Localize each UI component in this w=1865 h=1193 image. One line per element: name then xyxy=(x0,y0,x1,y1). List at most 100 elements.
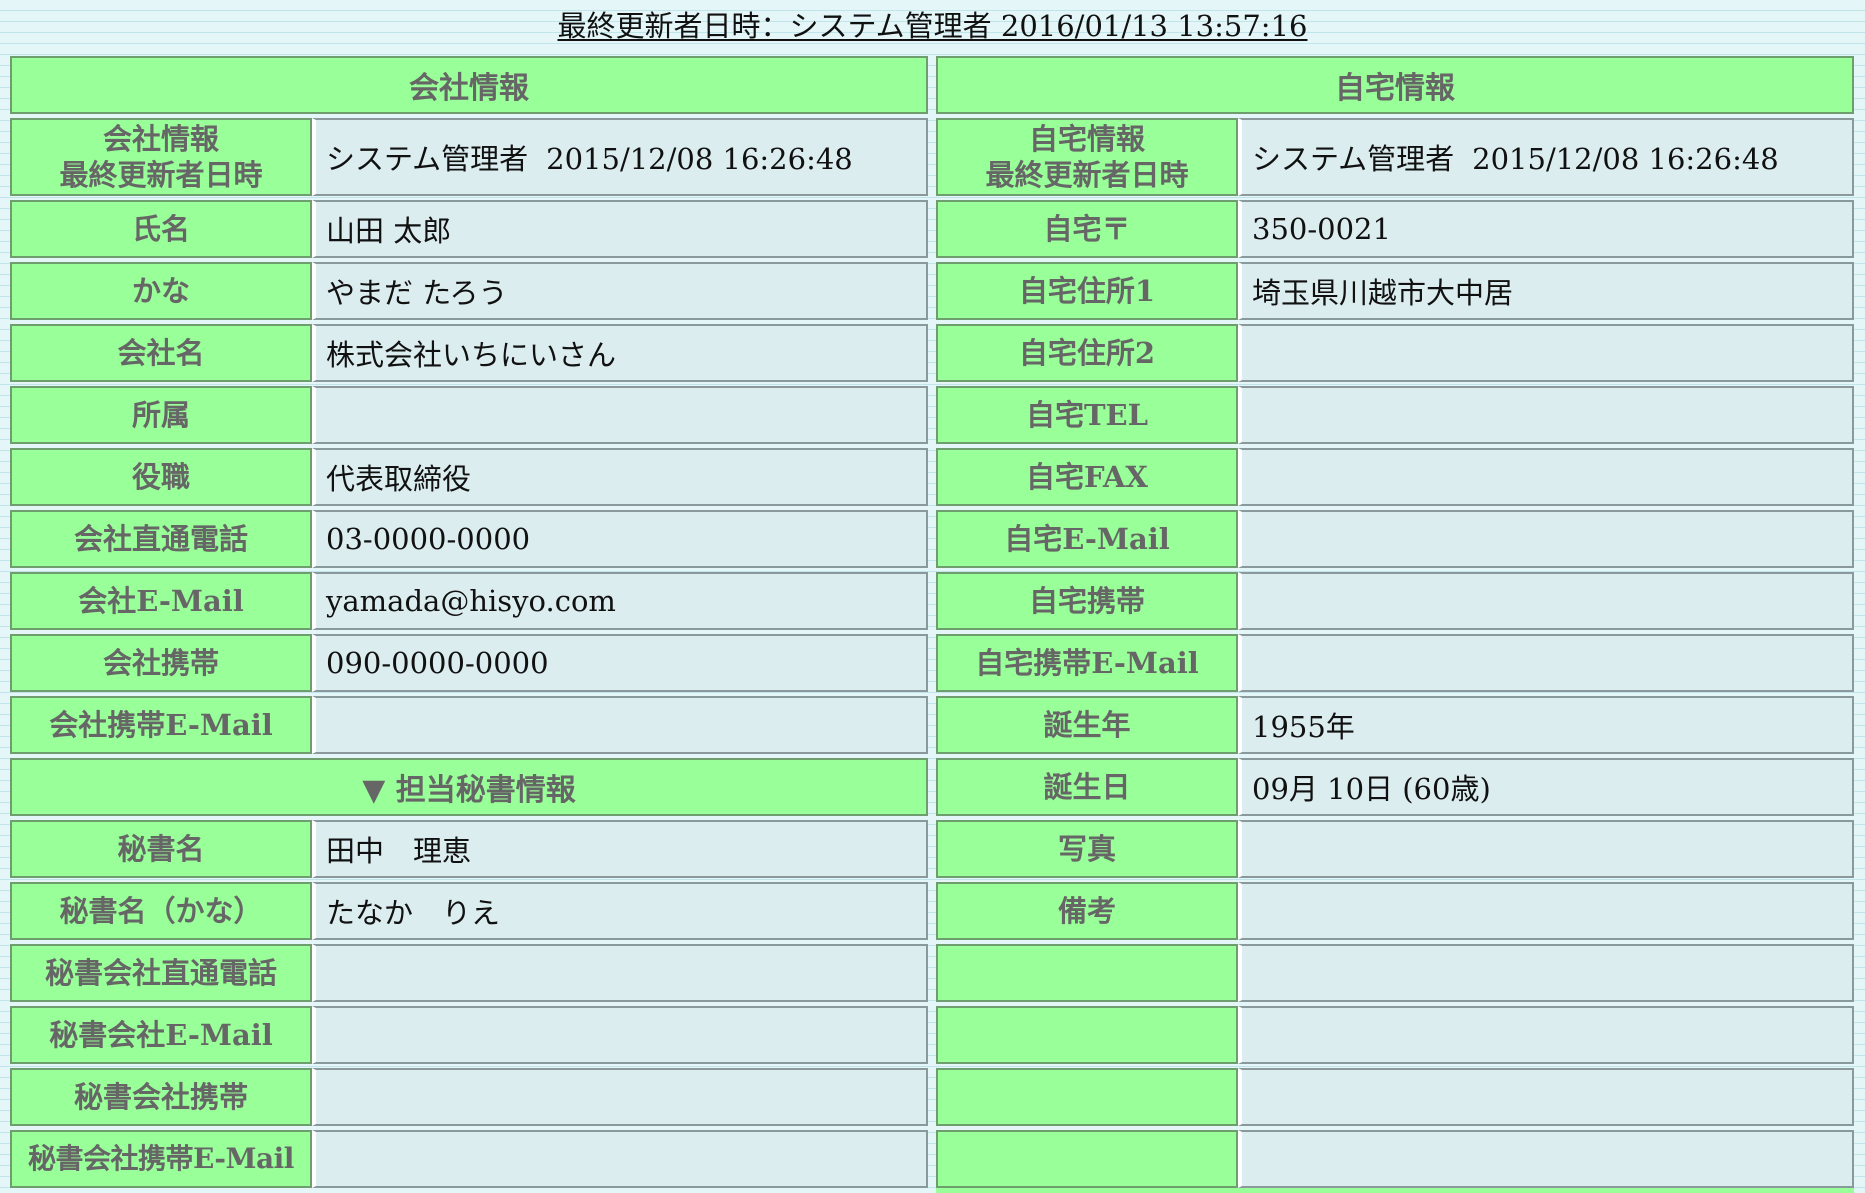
company-phone-label: 会社直通電話 xyxy=(10,510,312,568)
home-address1-value: 埼玉県川越市大中居 xyxy=(1238,262,1854,320)
table-row xyxy=(936,1130,1854,1188)
photo-label: 写真 xyxy=(936,820,1238,878)
company-updated-by: システム管理者 xyxy=(326,142,529,176)
secretary-mobile-email-value xyxy=(312,1130,928,1188)
table-row: 会社携帯E-Mail xyxy=(10,696,928,754)
company-updated-label-line1: 会社情報 xyxy=(102,122,219,156)
contact-detail-page: 最終更新者日時：システム管理者 2016/01/13 13:57:16 会社情報… xyxy=(0,0,1865,1193)
secretary-name-value: 田中 理恵 xyxy=(312,820,928,878)
blank-label xyxy=(936,1068,1238,1126)
secretary-phone-label: 秘書会社直通電話 xyxy=(10,944,312,1002)
company-mobile-value: 090-0000-0000 xyxy=(312,634,928,692)
table-row: 秘書会社E-Mail xyxy=(10,1006,928,1064)
table-row: 秘書名（かな） たなか りえ xyxy=(10,882,928,940)
company-mobile-email-value xyxy=(312,696,928,754)
table-row: 会社携帯 090-0000-0000 xyxy=(10,634,928,692)
department-value xyxy=(312,386,928,444)
table-row: 自宅携帯E-Mail xyxy=(936,634,1854,692)
home-postal-label: 自宅〒 xyxy=(936,200,1238,258)
secretary-mobile-email-label: 秘書会社携帯E-Mail xyxy=(10,1130,312,1188)
home-mobile-email-value xyxy=(1238,634,1854,692)
last-updated-text: 最終更新者日時：システム管理者 2016/01/13 13:57:16 xyxy=(557,8,1308,43)
table-row xyxy=(936,944,1854,1002)
secretary-kana-value: たなか りえ xyxy=(312,882,928,940)
table-row: 秘書会社携帯 xyxy=(10,1068,928,1126)
birth-year-label: 誕生年 xyxy=(936,696,1238,754)
table-row: 誕生日 09月 10日 (60歳) xyxy=(936,758,1854,816)
secretary-kana-label: 秘書名（かな） xyxy=(10,882,312,940)
birth-year-value: 1955年 xyxy=(1238,696,1854,754)
blank-label xyxy=(936,1006,1238,1064)
secretary-name-label: 秘書名 xyxy=(10,820,312,878)
home-updated-label: 自宅情報 最終更新者日時 xyxy=(936,118,1238,196)
company-updated-value: システム管理者 2015/12/08 16:26:48 xyxy=(312,118,928,196)
secretary-email-value xyxy=(312,1006,928,1064)
company-name-value: 株式会社いちにいさん xyxy=(312,324,928,382)
table-row: 会社直通電話 03-0000-0000 xyxy=(10,510,928,568)
home-info-table: 自宅情報 自宅情報 最終更新者日時 システム管理者 2015/12/08 16:26… xyxy=(936,52,1854,1192)
blank-value xyxy=(1238,1130,1854,1188)
home-updated-at: 2015/12/08 16:26:48 xyxy=(1472,142,1779,176)
secretary-email-label: 秘書会社E-Mail xyxy=(10,1006,312,1064)
home-fax-label: 自宅FAX xyxy=(936,448,1238,506)
home-mobile-label: 自宅携帯 xyxy=(936,572,1238,630)
secretary-phone-value xyxy=(312,944,928,1002)
company-name-label: 会社名 xyxy=(10,324,312,382)
home-address1-label: 自宅住所1 xyxy=(936,262,1238,320)
table-row: 自宅TEL xyxy=(936,386,1854,444)
table-row: 秘書名 田中 理恵 xyxy=(10,820,928,878)
company-info-table: 会社情報 会社情報 最終更新者日時 システム管理者 2015/12/08 16:26… xyxy=(10,52,928,1192)
table-row: 会社E-Mail yamada@hisyo.com xyxy=(10,572,928,630)
table-row: 会社名 株式会社いちにいさん xyxy=(10,324,928,382)
home-updated-label-line2: 最終更新者日時 xyxy=(985,158,1189,192)
table-row: 備考 xyxy=(936,882,1854,940)
company-mobile-email-label: 会社携帯E-Mail xyxy=(10,696,312,754)
table-row: 役職 代表取締役 xyxy=(10,448,928,506)
home-mobile-value xyxy=(1238,572,1854,630)
home-section-header: 自宅情報 xyxy=(936,56,1854,114)
home-updated-value: システム管理者 2015/12/08 16:26:48 xyxy=(1238,118,1854,196)
table-row: 秘書会社直通電話 xyxy=(10,944,928,1002)
company-updated-label-line2: 最終更新者日時 xyxy=(59,158,263,192)
company-email-label: 会社E-Mail xyxy=(10,572,312,630)
name-value: 山田 太郎 xyxy=(312,200,928,258)
table-row: 誕生年 1955年 xyxy=(936,696,1854,754)
home-email-value xyxy=(1238,510,1854,568)
notes-label: 備考 xyxy=(936,882,1238,940)
table-row: かな やまだ たろう xyxy=(10,262,928,320)
home-address2-label: 自宅住所2 xyxy=(936,324,1238,382)
table-row: 秘書会社携帯E-Mail xyxy=(10,1130,928,1188)
blank-label xyxy=(936,944,1238,1002)
notes-value xyxy=(1238,882,1854,940)
home-postal-value: 350-0021 xyxy=(1238,200,1854,258)
home-tel-value xyxy=(1238,386,1854,444)
company-section-header: 会社情報 xyxy=(10,56,928,114)
table-row: 氏名 山田 太郎 xyxy=(10,200,928,258)
home-address2-value xyxy=(1238,324,1854,382)
table-row: 自宅住所2 xyxy=(936,324,1854,382)
secretary-section-header[interactable]: ▼ 担当秘書情報 xyxy=(10,758,928,816)
home-email-label: 自宅E-Mail xyxy=(936,510,1238,568)
home-tel-label: 自宅TEL xyxy=(936,386,1238,444)
name-label: 氏名 xyxy=(10,200,312,258)
birthday-label: 誕生日 xyxy=(936,758,1238,816)
company-updated-at: 2015/12/08 16:26:48 xyxy=(546,142,853,176)
blank-value xyxy=(1238,1068,1854,1126)
department-label: 所属 xyxy=(10,386,312,444)
birthday-value: 09月 10日 (60歳) xyxy=(1238,758,1854,816)
home-mobile-email-label: 自宅携帯E-Mail xyxy=(936,634,1238,692)
position-label: 役職 xyxy=(10,448,312,506)
table-row: 自宅〒 350-0021 xyxy=(936,200,1854,258)
secretary-mobile-label: 秘書会社携帯 xyxy=(10,1068,312,1126)
blank-label xyxy=(936,1130,1238,1188)
position-value: 代表取締役 xyxy=(312,448,928,506)
table-row: 自宅E-Mail xyxy=(936,510,1854,568)
blank-value xyxy=(1238,944,1854,1002)
home-updated-label-line1: 自宅情報 xyxy=(1028,122,1145,156)
kana-label: かな xyxy=(10,262,312,320)
table-row: 自宅住所1 埼玉県川越市大中居 xyxy=(936,262,1854,320)
home-updated-by: システム管理者 xyxy=(1252,142,1455,176)
table-row: 自宅FAX xyxy=(936,448,1854,506)
last-updated-banner: 最終更新者日時：システム管理者 2016/01/13 13:57:16 xyxy=(0,0,1865,50)
secretary-mobile-value xyxy=(312,1068,928,1126)
